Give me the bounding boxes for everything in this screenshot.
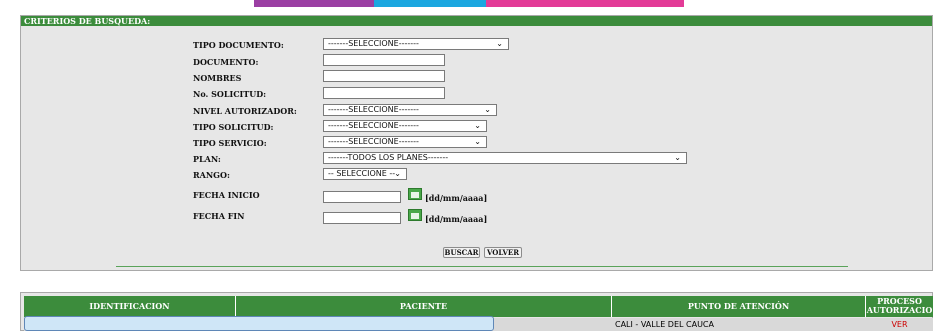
- nivel-autorizador-value: -------SELECCIONE-------: [328, 105, 419, 114]
- top-color-strip: [0, 0, 933, 8]
- chevron-down-icon: ⌄: [394, 169, 401, 178]
- fecha-fin-input[interactable]: [323, 212, 401, 224]
- rango-value: -- SELECCIONE --: [328, 169, 396, 178]
- panel-header: CRITERIOS DE BUSQUEDA:: [21, 16, 932, 26]
- rango-select[interactable]: -- SELECCIONE -- ⌄: [323, 168, 407, 180]
- label-rango: RANGO:: [193, 170, 230, 180]
- strip-cyan: [374, 0, 486, 7]
- chevron-down-icon: ⌄: [474, 121, 481, 130]
- calendar-icon[interactable]: [408, 188, 422, 200]
- fecha-fin-format: [dd/mm/aaaa]: [425, 214, 488, 224]
- tipo-servicio-select[interactable]: -------SELECCIONE------- ⌄: [323, 136, 487, 148]
- label-no-solicitud: No. SOLICITUD:: [193, 89, 267, 99]
- fecha-inicio-input[interactable]: [323, 191, 401, 203]
- label-plan: PLAN:: [193, 154, 221, 164]
- chevron-down-icon: ⌄: [496, 39, 503, 48]
- col-identificacion: IDENTIFICACION: [24, 296, 236, 317]
- label-nombres: NOMBRES: [193, 73, 242, 83]
- label-tipo-solicitud: TIPO SOLICITUD:: [193, 122, 274, 132]
- fecha-inicio-format: [dd/mm/aaaa]: [425, 193, 488, 203]
- plan-select[interactable]: -------TODOS LOS PLANES------- ⌄: [323, 152, 687, 164]
- divider: [116, 266, 848, 267]
- label-documento: DOCUMENTO:: [193, 57, 259, 67]
- label-fecha-fin: FECHA FIN: [193, 211, 245, 221]
- col-punto-atencion: PUNTO DE ATENCIÓN: [612, 296, 866, 317]
- buscar-button[interactable]: BUSCAR: [443, 247, 480, 258]
- ver-link[interactable]: VER: [866, 318, 933, 331]
- overlay-panel: [24, 316, 494, 331]
- nivel-autorizador-select[interactable]: -------SELECCIONE------- ⌄: [323, 104, 497, 116]
- tipo-solicitud-value: -------SELECCIONE-------: [328, 121, 419, 130]
- no-solicitud-input[interactable]: [323, 87, 445, 99]
- search-criteria-panel: CRITERIOS DE BUSQUEDA: TIPO DOCUMENTO: -…: [20, 15, 933, 271]
- tipo-solicitud-select[interactable]: -------SELECCIONE------- ⌄: [323, 120, 487, 132]
- col-paciente: PACIENTE: [236, 296, 612, 317]
- tipo-documento-value: -------SELECCIONE-------: [328, 39, 419, 48]
- label-fecha-inicio: FECHA INICIO: [193, 190, 260, 200]
- label-tipo-servicio: TIPO SERVICIO:: [193, 138, 267, 148]
- tipo-documento-select[interactable]: -------SELECCIONE------- ⌄: [323, 38, 509, 50]
- volver-button[interactable]: VOLVER: [484, 247, 522, 258]
- label-tipo-documento: TIPO DOCUMENTO:: [193, 40, 284, 50]
- chevron-down-icon: ⌄: [484, 105, 491, 114]
- documento-input[interactable]: [323, 54, 445, 66]
- calendar-icon[interactable]: [408, 209, 422, 221]
- plan-value: -------TODOS LOS PLANES-------: [328, 153, 449, 162]
- col-proceso-autorizacion: PROCESO AUTORIZACIO: [866, 296, 933, 317]
- chevron-down-icon: ⌄: [674, 153, 681, 162]
- strip-pink: [486, 0, 684, 7]
- strip-purple: [254, 0, 374, 7]
- punto-atencion-cell: CALI - VALLE DEL CAUCA: [615, 320, 714, 329]
- nombres-input[interactable]: [323, 70, 445, 82]
- col-proceso-autorizacion-label: PROCESO AUTORIZACIO: [866, 296, 933, 315]
- tipo-servicio-value: -------SELECCIONE-------: [328, 137, 419, 146]
- chevron-down-icon: ⌄: [474, 137, 481, 146]
- label-nivel-autorizador: NIVEL AUTORIZADOR:: [193, 106, 297, 116]
